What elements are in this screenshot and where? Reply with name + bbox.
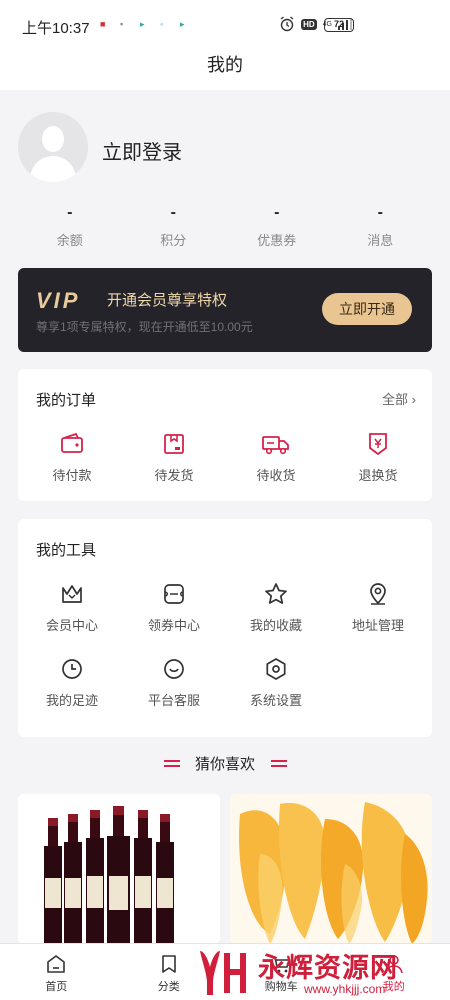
watermark-logo-icon	[200, 951, 246, 995]
watermark-text: 永辉资源网	[258, 953, 398, 983]
stats-row: - 余额 - 积分 - 优惠券 - 消息	[18, 200, 432, 256]
tool-member-center[interactable]: 会员中心	[22, 581, 122, 634]
tool-label: 系统设置	[249, 693, 302, 708]
tools-card: 我的工具 会员中心 领券中心 我的收藏 地址管理 我的足迹 平台客服 系统设置	[18, 519, 432, 737]
stat-value: -	[377, 204, 383, 221]
vip-logo: VIP	[36, 288, 81, 313]
product-card-wine[interactable]	[18, 794, 220, 944]
login-link[interactable]: 立即登录	[102, 136, 182, 165]
status-bar: 上午10:37 ■ ▪ ▸ ◦ ▸ HD 4G 72	[0, 0, 450, 50]
alarm-icon	[280, 16, 294, 32]
notification-icon: ◦	[160, 19, 164, 29]
tool-customer-service[interactable]: 平台客服	[124, 656, 224, 709]
location-icon	[370, 583, 386, 605]
dried-mango-image	[230, 794, 432, 944]
vip-title: 开通会员尊享特权	[107, 292, 228, 309]
guess-title: 猜你喜欢	[194, 756, 255, 773]
order-pending-receipt[interactable]: 待收货	[226, 431, 326, 484]
stat-value: -	[67, 204, 73, 221]
orders-card: 我的订单 全部 › 待付款 待发货 待收货 退换货	[18, 369, 432, 501]
order-returns[interactable]: 退换货	[328, 431, 428, 484]
tool-history[interactable]: 我的足迹	[22, 656, 122, 709]
stat-label: 优惠券	[257, 233, 297, 248]
order-label: 退换货	[358, 468, 398, 483]
tab-label: 首页	[45, 981, 68, 993]
stat-label: 余额	[56, 233, 83, 248]
view-all-orders-link[interactable]: 全部 ›	[382, 389, 416, 408]
notification-icon: ■	[100, 19, 106, 29]
package-icon	[164, 434, 184, 454]
order-label: 待付款	[52, 468, 92, 483]
crown-icon	[62, 585, 82, 603]
watermark: 永辉资源网 www.yhkjjj.com	[194, 944, 440, 1000]
watermark-url: www.yhkjjj.com	[304, 982, 386, 996]
tool-label: 地址管理	[351, 618, 404, 633]
settings-icon	[266, 658, 286, 680]
tool-label: 平台客服	[147, 693, 200, 708]
order-label: 待收货	[256, 468, 296, 483]
notification-icon: ▸	[140, 19, 145, 29]
order-pending-shipment[interactable]: 待发货	[124, 431, 224, 484]
tool-favorites[interactable]: 我的收藏	[226, 581, 326, 634]
nav-bar: 我的	[0, 50, 450, 90]
stat-label: 消息	[367, 233, 394, 248]
notification-icon: ▪	[120, 19, 124, 29]
tools-title: 我的工具	[36, 542, 97, 559]
notification-icon: ▸	[180, 19, 185, 29]
tool-coupon-center[interactable]: 领券中心	[124, 581, 224, 634]
wine-bottles-image	[18, 794, 220, 944]
open-vip-button[interactable]: 立即开通	[322, 293, 412, 325]
stat-value: -	[274, 204, 280, 221]
tool-label: 会员中心	[45, 618, 98, 633]
hd-badge: HD	[301, 18, 317, 30]
stat-messages[interactable]: - 消息	[329, 200, 433, 256]
stat-label: 积分	[160, 233, 187, 248]
page-title: 我的	[207, 55, 243, 75]
stat-value: -	[170, 204, 176, 221]
profile-section: 立即登录	[18, 112, 432, 192]
clock-icon	[62, 659, 82, 679]
orders-title: 我的订单	[36, 392, 97, 409]
home-icon	[47, 955, 66, 973]
truck-icon	[262, 436, 289, 455]
tab-home[interactable]: 首页	[0, 944, 113, 1000]
order-pending-payment[interactable]: 待付款	[22, 431, 122, 484]
divider	[271, 760, 287, 767]
tool-label: 我的收藏	[249, 618, 302, 633]
product-card-mango[interactable]	[230, 794, 432, 944]
wallet-icon	[61, 432, 83, 453]
star-icon	[265, 583, 287, 604]
battery-indicator: 72	[324, 18, 354, 32]
vip-description: 尊享1项专属特权，现在开通低至10.00元	[36, 320, 253, 334]
divider	[164, 760, 180, 767]
stat-balance[interactable]: - 余额	[18, 200, 122, 256]
tool-settings[interactable]: 系统设置	[226, 656, 326, 709]
tool-address[interactable]: 地址管理	[328, 581, 428, 634]
order-label: 待发货	[154, 468, 194, 483]
service-icon	[164, 659, 184, 679]
avatar[interactable]	[18, 112, 88, 182]
coupon-icon	[164, 584, 184, 604]
status-time: 上午10:37	[22, 20, 90, 37]
tool-label: 领券中心	[147, 618, 200, 633]
stat-coupons[interactable]: - 优惠券	[225, 200, 329, 256]
bookmark-icon	[161, 955, 176, 973]
vip-banner: VIP 开通会员尊享特权 尊享1项专属特权，现在开通低至10.00元 立即开通	[18, 268, 432, 352]
guess-you-like-header: 猜你喜欢	[0, 752, 450, 778]
refund-icon	[369, 433, 387, 456]
stat-points[interactable]: - 积分	[122, 200, 226, 256]
tool-label: 我的足迹	[45, 693, 98, 708]
